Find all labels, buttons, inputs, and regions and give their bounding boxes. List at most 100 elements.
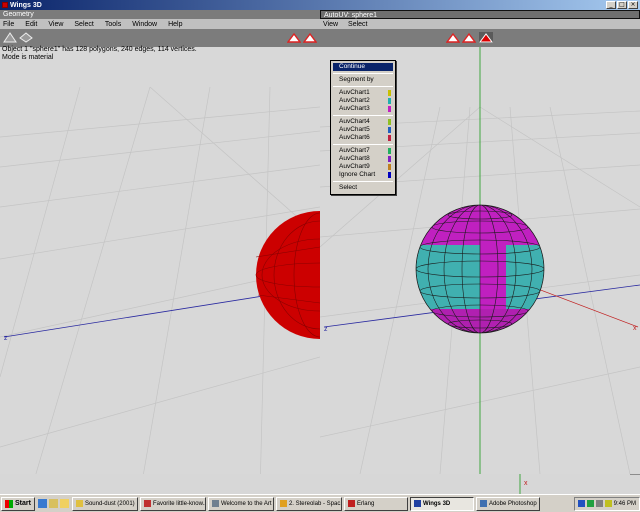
chart-color-swatch [388,148,391,154]
start-label: Start [15,500,31,507]
chart-color-swatch [388,172,391,178]
menu-item-auvchart4[interactable]: AuvChart4 [333,118,393,126]
task-erlang[interactable]: Erlang [343,496,408,511]
chart-color-swatch [388,135,391,141]
chart-color-swatch [388,156,391,162]
menu-item-label: AuvChart1 [339,89,370,96]
geometry-menubar: File Edit View Select Tools Window Help [0,19,320,29]
face-mode-icon[interactable] [479,32,493,43]
menu-item-auvchart9[interactable]: AuvChart9 [333,163,393,171]
erlang-icon [347,500,355,507]
z-axis-label: z [324,326,328,333]
chart-color-swatch [388,90,391,96]
task-label: Wings 3D [422,500,451,507]
autouv-menu-select[interactable]: Select [348,21,367,28]
browser-icon [143,500,151,507]
menu-separator [333,115,393,116]
close-button[interactable]: × [628,1,638,9]
geometry-viewport[interactable]: z [0,47,320,494]
object-info-line-1: Object 1 "sphere1" has 128 polygons, 240… [2,46,197,53]
task-photoshop[interactable]: Adobe Photoshop [475,496,540,511]
maximize-button[interactable]: □ [617,1,627,9]
geometry-window-title: Geometry [0,10,320,19]
chart-color-swatch [388,106,391,112]
tray-app-icon[interactable] [604,500,612,507]
winamp-icon [75,500,83,507]
geometry-window: Geometry File Edit View Select Tools Win… [0,10,320,494]
x-axis-label-bottom: x [524,480,528,487]
menu-edit[interactable]: Edit [25,21,37,28]
browser-icon [211,500,219,507]
task-wings-3d[interactable]: Wings 3D [409,496,474,511]
tray-app-icon[interactable] [586,500,594,507]
menu-item-segment-by[interactable]: Segment by [333,76,393,84]
winamp-icon [279,500,287,507]
task-welcome-art[interactable]: Welcome to the Art ... [207,496,274,511]
menu-item-label: AuvChart9 [339,163,370,170]
menu-item-auvchart5[interactable]: AuvChart5 [333,126,393,134]
segmented-sphere[interactable] [415,204,545,334]
vertex-mode-icon[interactable] [446,32,460,43]
chart-color-swatch [388,164,391,170]
minimize-button[interactable]: _ [606,1,616,9]
app-titlebar: Wings 3D _ □ × [0,0,640,10]
autouv-popup-menu: Continue Segment by AuvChart1 AuvChart2 … [330,60,396,195]
menu-item-ignore-chart[interactable]: Ignore Chart [333,171,393,179]
autouv-toolbar [320,29,640,47]
windows-logo-icon [5,499,13,508]
autouv-menubar: View Select [320,19,640,29]
wings-icon [413,500,421,507]
menu-item-auvchart2[interactable]: AuvChart2 [333,97,393,105]
taskbar: Start Sound-dust (2001) Favorite little-… [0,494,640,512]
menu-item-segment-by-label: Segment by [339,76,374,83]
menu-view[interactable]: View [48,21,63,28]
perspective-toggle-icon[interactable] [3,32,17,43]
start-button[interactable]: Start [1,496,35,511]
menu-item-auvchart3[interactable]: AuvChart3 [333,105,393,113]
task-sound-dust[interactable]: Sound-dust (2001) [71,496,138,511]
menu-item-auvchart6[interactable]: AuvChart6 [333,134,393,142]
menu-item-label: AuvChart3 [339,105,370,112]
menu-item-auvchart8[interactable]: AuvChart8 [333,155,393,163]
geometry-toolbar [0,29,320,47]
z-axis-label: z [4,335,8,342]
task-label: Sound-dust (2001) [84,500,135,507]
autouv-menu-view[interactable]: View [323,21,338,28]
edge-mode-icon[interactable] [462,32,476,43]
menu-separator [333,73,393,74]
menu-separator [333,181,393,182]
menu-file[interactable]: File [3,21,14,28]
menu-item-auvchart1[interactable]: AuvChart1 [333,89,393,97]
system-tray: 9:46 PM [573,496,640,511]
quick-launch [37,499,69,508]
ie-icon[interactable] [37,499,47,508]
menu-select[interactable]: Select [74,21,93,28]
menu-window[interactable]: Window [132,21,157,28]
task-label: Erlang [356,500,375,507]
menu-item-label: AuvChart6 [339,134,370,141]
task-favorite[interactable]: Favorite little-know... [139,496,206,511]
chart-color-swatch [388,98,391,104]
task-stereolab[interactable]: 2. Stereolab - Spac... [275,496,342,511]
menu-item-select[interactable]: Select [333,184,393,192]
volume-icon[interactable] [595,500,603,507]
menu-tools[interactable]: Tools [105,21,121,28]
edge-mode-icon[interactable] [303,32,317,43]
network-icon[interactable] [577,500,585,507]
menu-item-continue-label: Continue [339,63,366,70]
x-axis-label: x [633,325,637,332]
vertex-mode-icon[interactable] [287,32,301,43]
object-info-line-2: Mode is material [2,54,54,61]
menu-item-continue[interactable]: Continue [333,63,393,71]
folder-icon[interactable] [59,499,69,508]
menu-item-label: AuvChart7 [339,147,370,154]
autouv-window-title: AutoUV: sphere1 [320,10,640,19]
task-label: Adobe Photoshop [488,500,537,507]
ortho-toggle-icon[interactable] [19,32,33,43]
clock[interactable]: 9:46 PM [614,501,636,507]
object-info: Object 1 "sphere1" has 128 polygons, 240… [2,46,197,62]
menu-item-auvchart7[interactable]: AuvChart7 [333,147,393,155]
menu-help[interactable]: Help [168,21,182,28]
outlook-icon[interactable] [48,499,58,508]
chart-color-swatch [388,119,391,125]
